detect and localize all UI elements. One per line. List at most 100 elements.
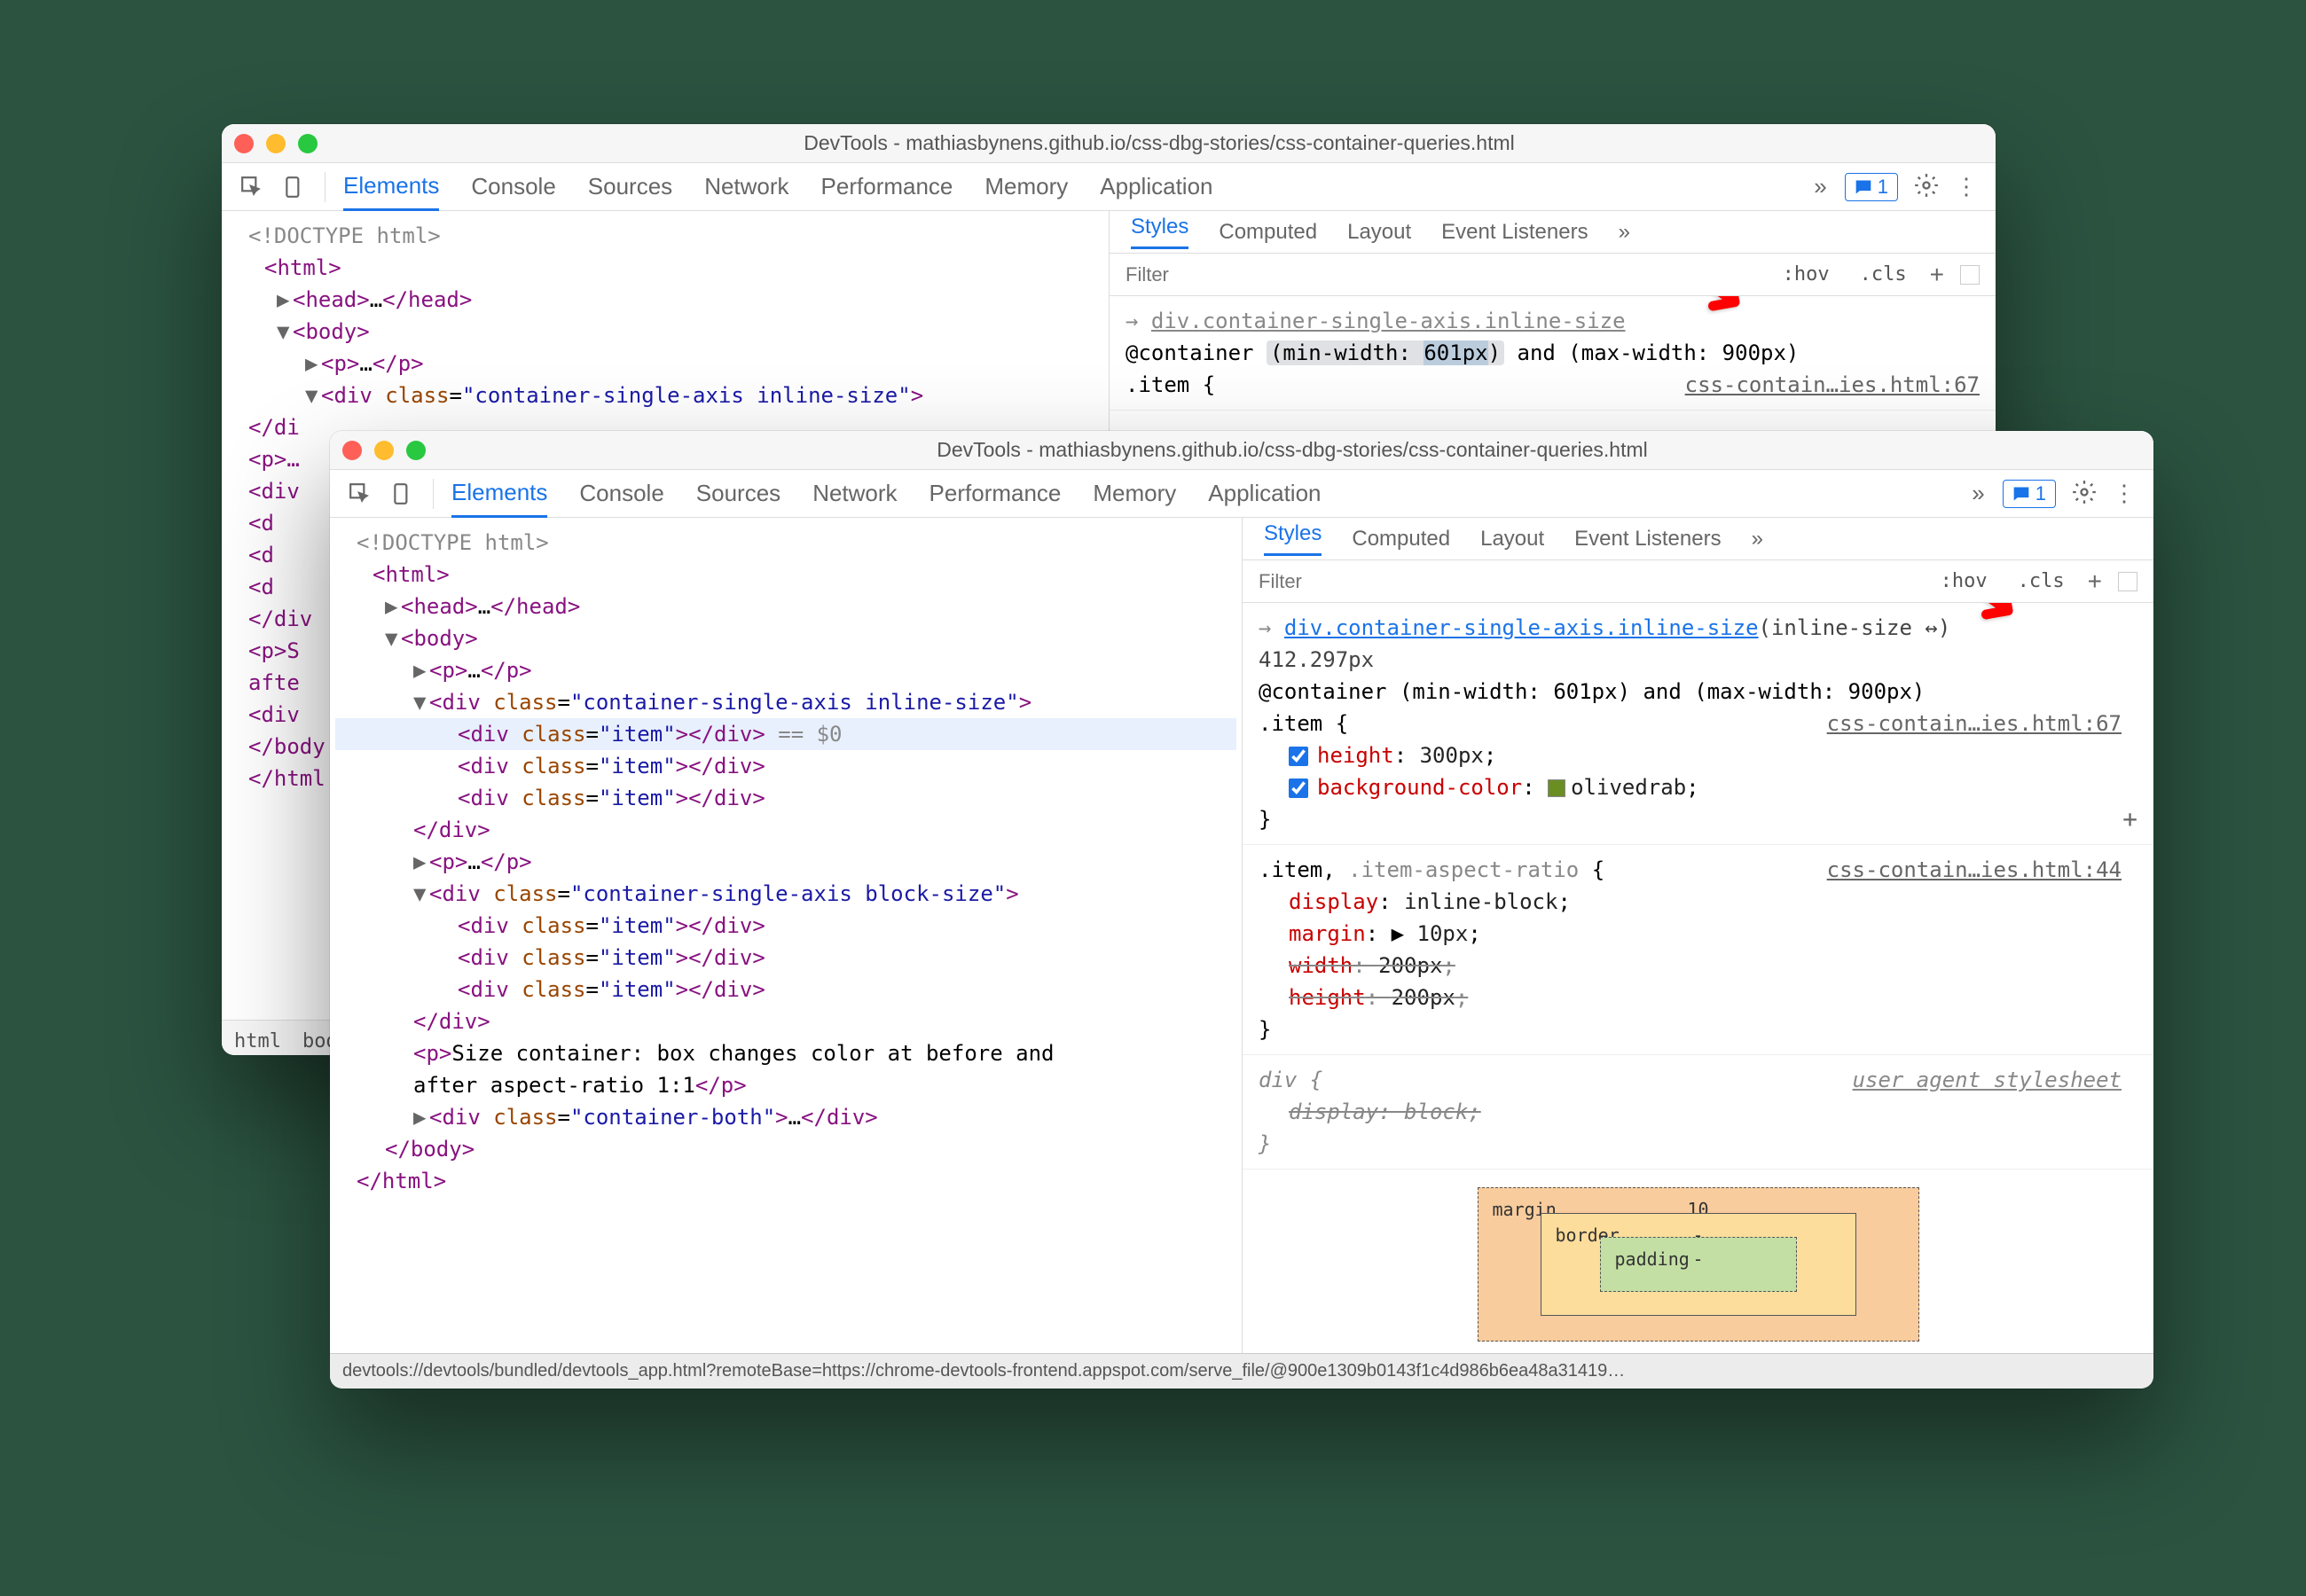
dom-node[interactable]: </div> <box>335 1005 1236 1037</box>
expand-icon[interactable]: ▶ <box>1392 921 1404 946</box>
inspect-icon[interactable] <box>342 476 378 512</box>
caret-icon[interactable]: ▶ <box>413 846 429 878</box>
property-checkbox[interactable] <box>1289 778 1308 798</box>
cls-toggle[interactable]: .cls <box>2011 568 2072 594</box>
messages-badge[interactable]: 1 <box>2003 480 2056 508</box>
dom-tree[interactable]: <!DOCTYPE html><html>▶<head>…</head>▼<bo… <box>330 518 1242 1353</box>
dom-node[interactable]: <div class="item"></div> <box>335 974 1236 1005</box>
close-icon[interactable] <box>234 134 254 153</box>
dom-node[interactable]: <div class="item"></div> <box>335 910 1236 942</box>
css-property[interactable]: background-color: olivedrab; <box>1259 771 2137 803</box>
tab-application[interactable]: Application <box>1208 471 1321 516</box>
css-property[interactable]: display: inline-block; <box>1259 886 2137 918</box>
caret-icon[interactable]: ▶ <box>413 654 429 686</box>
dom-node[interactable]: <html> <box>335 559 1236 591</box>
tab-elements[interactable]: Elements <box>343 163 439 211</box>
tab-sources[interactable]: Sources <box>696 471 780 516</box>
overflow-icon[interactable]: » <box>1619 220 1630 245</box>
maximize-icon[interactable] <box>298 134 318 153</box>
dom-node[interactable]: ▼<div class="container-single-axis inlin… <box>227 379 1103 411</box>
caret-icon[interactable]: ▼ <box>305 379 321 411</box>
dom-node[interactable]: <div class="item"></div> <box>335 750 1236 782</box>
caret-icon[interactable]: ▼ <box>413 878 429 910</box>
settings-icon[interactable] <box>1914 173 1939 200</box>
subtab-computed[interactable]: Computed <box>1352 527 1450 552</box>
dom-node[interactable]: ▶<head>…</head> <box>335 591 1236 622</box>
panel-icon[interactable] <box>1960 265 1980 285</box>
tab-memory[interactable]: Memory <box>1093 471 1176 516</box>
minimize-icon[interactable] <box>374 441 394 460</box>
source-link[interactable]: css-contain…ies.html:67 <box>1685 369 1980 401</box>
css-property[interactable]: height: 200px; <box>1259 982 2137 1013</box>
caret-icon[interactable]: ▶ <box>385 591 401 622</box>
tab-network[interactable]: Network <box>704 164 788 209</box>
css-property[interactable]: height: 300px; <box>1259 739 2137 771</box>
tab-sources[interactable]: Sources <box>588 164 672 209</box>
titlebar[interactable]: DevTools - mathiasbynens.github.io/css-d… <box>222 124 1996 163</box>
dom-node[interactable]: ▶<p>…</p> <box>335 654 1236 686</box>
dom-node[interactable]: ▶<p>…</p> <box>335 846 1236 878</box>
dom-node[interactable]: <div class="item"></div> <box>335 942 1236 974</box>
dom-node[interactable]: ▶<head>…</head> <box>227 284 1103 316</box>
dom-node[interactable]: ▼<body> <box>227 316 1103 348</box>
dom-node[interactable]: <p>Size container: box changes color at … <box>335 1037 1236 1069</box>
minimize-icon[interactable] <box>266 134 286 153</box>
dom-node[interactable]: </div> <box>335 814 1236 846</box>
add-rule-icon[interactable]: + <box>1930 261 1944 289</box>
panel-icon[interactable] <box>2118 572 2137 591</box>
tab-performance[interactable]: Performance <box>929 471 1062 516</box>
menu-icon[interactable]: ⋮ <box>2113 480 2136 507</box>
crumb[interactable]: html <box>234 1026 281 1050</box>
dom-node[interactable]: </body> <box>335 1133 1236 1165</box>
color-swatch-icon[interactable] <box>1548 779 1565 797</box>
caret-icon[interactable]: ▶ <box>413 1101 429 1133</box>
add-rule-icon[interactable]: + <box>2088 567 2102 596</box>
css-property[interactable]: margin: ▶ 10px; <box>1259 918 2137 950</box>
subtab-event-listeners[interactable]: Event Listeners <box>1574 527 1721 552</box>
dom-node[interactable]: after aspect-ratio 1:1</p> <box>335 1069 1236 1101</box>
titlebar[interactable]: DevTools - mathiasbynens.github.io/css-d… <box>330 431 2153 470</box>
property-checkbox[interactable] <box>1289 747 1308 766</box>
caret-icon[interactable]: ▼ <box>385 622 401 654</box>
tab-memory[interactable]: Memory <box>984 164 1068 209</box>
dom-node[interactable]: <div class="item"></div> <box>335 782 1236 814</box>
dom-node[interactable]: ▼<div class="container-single-axis inlin… <box>335 686 1236 718</box>
tab-performance[interactable]: Performance <box>821 164 953 209</box>
source-link[interactable]: css-contain…ies.html:44 <box>1827 854 2122 886</box>
subtab-layout[interactable]: Layout <box>1347 220 1411 245</box>
device-icon[interactable] <box>277 169 312 205</box>
css-property[interactable]: width: 200px; <box>1259 950 2137 982</box>
caret-icon[interactable]: ▼ <box>413 686 429 718</box>
close-icon[interactable] <box>342 441 362 460</box>
overflow-icon[interactable]: » <box>1972 480 1984 507</box>
dom-node[interactable]: ▶<div class="container-both">…</div> <box>335 1101 1236 1133</box>
dom-node[interactable]: ▼<body> <box>335 622 1236 654</box>
dom-node[interactable]: <html> <box>227 252 1103 284</box>
box-model[interactable]: margin10border-padding- <box>1243 1170 2153 1353</box>
maximize-icon[interactable] <box>406 441 426 460</box>
caret-icon[interactable]: ▶ <box>277 284 293 316</box>
container-query[interactable]: @container (min-width: 601px) and (max-w… <box>1126 337 1980 369</box>
subtab-layout[interactable]: Layout <box>1480 527 1544 552</box>
dom-node[interactable]: <div class="item"></div> == $0 <box>335 718 1236 750</box>
dom-node[interactable]: </html> <box>335 1165 1236 1197</box>
source-link[interactable]: css-contain…ies.html:67 <box>1827 708 2122 739</box>
tab-console[interactable]: Console <box>471 164 555 209</box>
filter-input[interactable] <box>1259 570 1918 593</box>
caret-icon[interactable]: ▶ <box>305 348 321 379</box>
subtab-computed[interactable]: Computed <box>1219 220 1317 245</box>
overflow-icon[interactable]: » <box>1752 527 1763 552</box>
tab-console[interactable]: Console <box>579 471 663 516</box>
device-icon[interactable] <box>385 476 420 512</box>
settings-icon[interactable] <box>2072 480 2097 507</box>
container-query[interactable]: @container (min-width: 601px) and (max-w… <box>1259 676 2137 708</box>
inspect-icon[interactable] <box>234 169 270 205</box>
selector-path[interactable]: → div.container-single-axis.inline-size <box>1126 305 1980 337</box>
hov-toggle[interactable]: :hov <box>1933 568 1995 594</box>
menu-icon[interactable]: ⋮ <box>1955 173 1978 200</box>
cls-toggle[interactable]: .cls <box>1853 262 1914 287</box>
messages-badge[interactable]: 1 <box>1845 173 1898 201</box>
subtab-styles[interactable]: Styles <box>1131 215 1188 249</box>
overflow-icon[interactable]: » <box>1814 173 1826 200</box>
tab-elements[interactable]: Elements <box>451 470 547 518</box>
